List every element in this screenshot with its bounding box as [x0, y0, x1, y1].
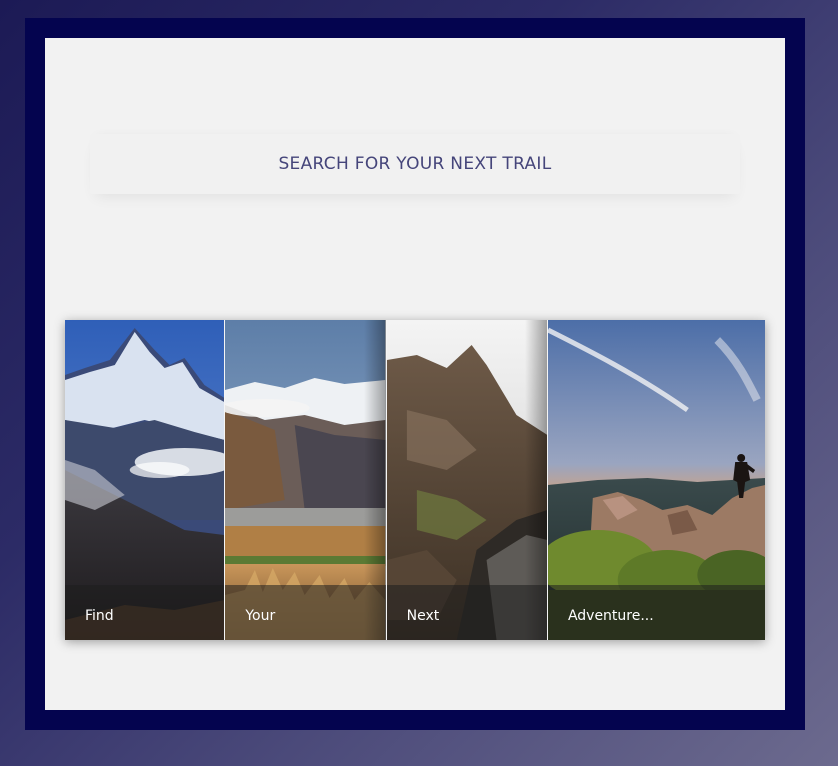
card-caption: Your: [245, 607, 276, 624]
outer-frame: SEARCH FOR YOUR NEXT TRAIL Find Your Nex…: [25, 18, 805, 730]
gallery-card-adventure[interactable]: Adventure...: [546, 320, 765, 640]
trail-search-bar[interactable]: SEARCH FOR YOUR NEXT TRAIL: [90, 134, 740, 194]
gallery-card-next[interactable]: Next: [385, 320, 547, 640]
caption-bar: Adventure...: [547, 585, 765, 640]
card-caption: Find: [85, 607, 114, 624]
caption-bar: Next: [386, 585, 547, 640]
search-label: SEARCH FOR YOUR NEXT TRAIL: [278, 154, 552, 174]
caption-bar: Your: [225, 585, 386, 640]
caption-bar: Find: [65, 585, 225, 640]
content-panel: SEARCH FOR YOUR NEXT TRAIL Find Your Nex…: [45, 38, 785, 710]
card-caption: Adventure...: [567, 607, 654, 624]
gallery-card-find[interactable]: Find: [65, 320, 225, 640]
card-caption: Next: [406, 607, 440, 624]
photo-gallery: Find Your Next Adventure...: [65, 320, 765, 640]
gallery-card-your[interactable]: Your: [224, 320, 386, 640]
